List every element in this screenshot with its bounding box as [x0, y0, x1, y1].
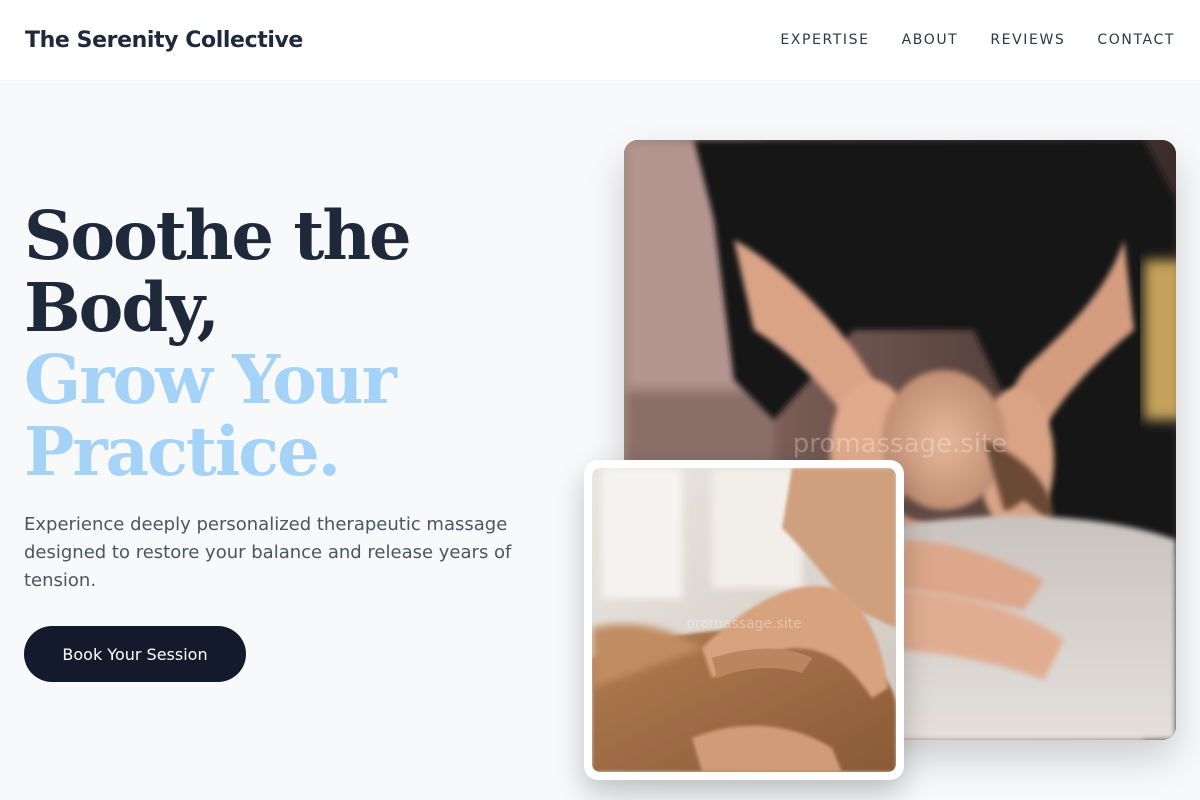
back-massage-photo: promassage.site [592, 468, 896, 772]
hero-subtext: Experience deeply personalized therapeut… [24, 514, 512, 591]
nav-link-reviews[interactable]: REVIEWS [990, 32, 1065, 48]
hero-heading-line-2: Body, [24, 268, 220, 347]
nav-link-expertise[interactable]: EXPERTISE [780, 32, 869, 48]
hero-inset-photo-frame: promassage.site [584, 460, 904, 780]
hero-heading-line-3: Grow Your [24, 340, 397, 419]
brand-logo-text[interactable]: The Serenity Collective [25, 28, 303, 53]
hero-heading-line-4: Practice. [24, 412, 341, 491]
nav-link-contact[interactable]: CONTACT [1097, 32, 1175, 48]
inset-photo-watermark: promassage.site [686, 616, 802, 632]
hero-heading-line-1: Soothe the [24, 196, 412, 275]
hero-inset-photo: promassage.site [592, 468, 896, 772]
hero-heading: Soothe the Body, Grow Your Practice. [24, 200, 544, 488]
site-header: The Serenity Collective EXPERTISE ABOUT … [0, 0, 1200, 80]
nav-link-about[interactable]: ABOUT [902, 32, 959, 48]
main-photo-watermark: promassage.site [793, 429, 1008, 459]
book-session-button[interactable]: Book Your Session [24, 626, 246, 682]
main-nav: EXPERTISE ABOUT REVIEWS CONTACT [780, 32, 1175, 48]
